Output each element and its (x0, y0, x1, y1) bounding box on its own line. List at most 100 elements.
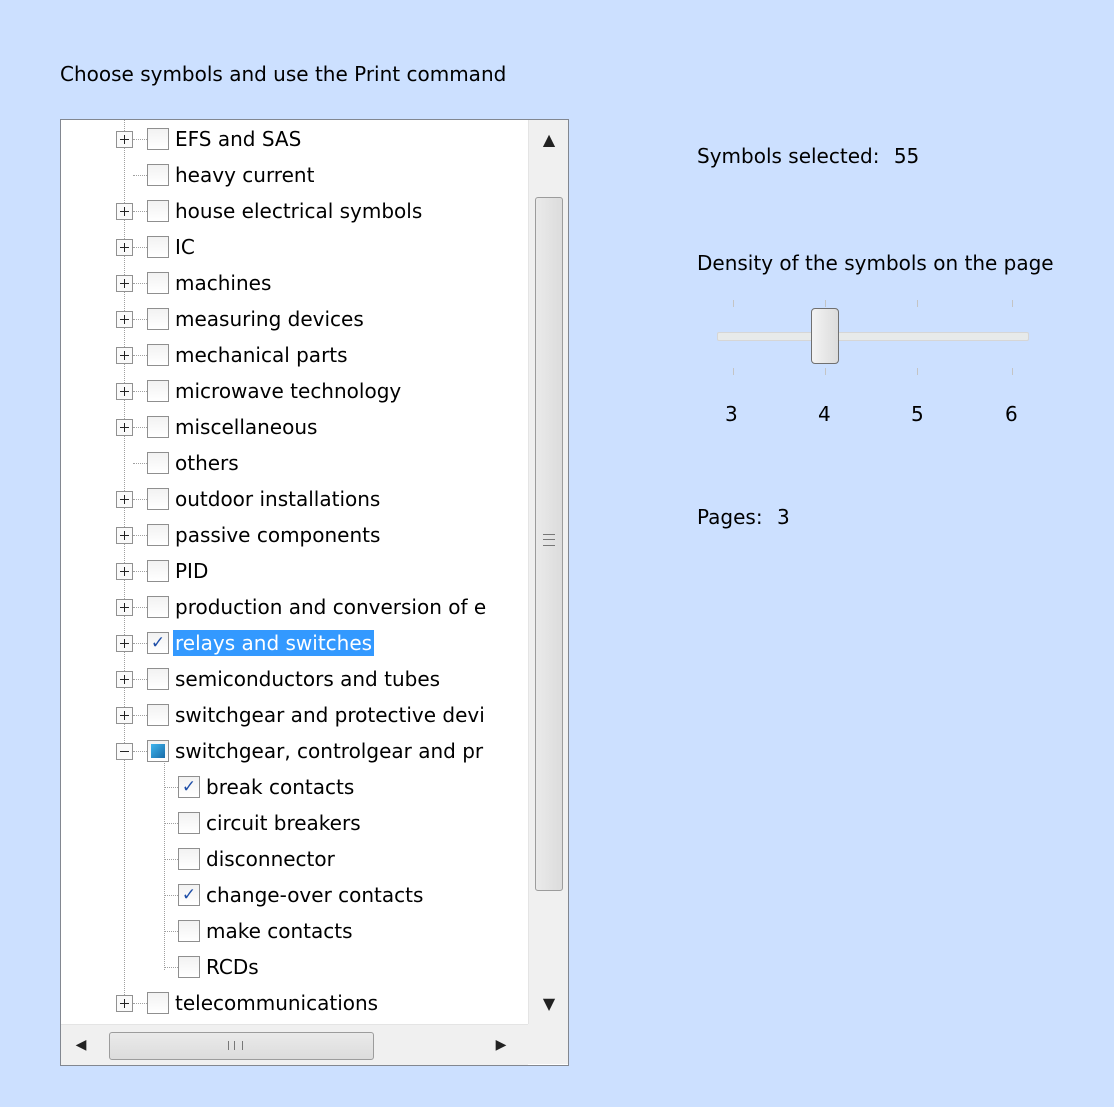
tree-item[interactable]: ✓ change-over contacts (164, 880, 425, 910)
expand-plus-icon[interactable] (116, 598, 133, 616)
expand-plus-icon[interactable] (116, 670, 133, 688)
tree-item[interactable]: circuit breakers (164, 808, 363, 838)
tree-item[interactable]: switchgear, controlgear and pr (116, 736, 485, 766)
tree-item-label[interactable]: change-over contacts (204, 882, 425, 908)
tree-item[interactable]: machines (116, 268, 273, 298)
tree-item-label[interactable]: passive components (173, 522, 382, 548)
scroll-right-arrow-icon[interactable]: ▶ (481, 1025, 521, 1065)
expand-plus-icon[interactable] (116, 634, 133, 652)
tree-item-checkbox[interactable] (147, 452, 169, 474)
tree-item-label[interactable]: switchgear, controlgear and pr (173, 738, 485, 764)
tree-item-label[interactable]: measuring devices (173, 306, 366, 332)
scroll-down-arrow-icon[interactable]: ▼ (529, 984, 568, 1024)
tree-item[interactable]: ✓ relays and switches (116, 628, 375, 658)
tree-item[interactable]: IC (116, 232, 197, 262)
vertical-scroll-thumb[interactable] (535, 197, 563, 891)
tree-item-label[interactable]: miscellaneous (173, 414, 319, 440)
tree-item-checkbox[interactable] (147, 560, 169, 582)
expand-plus-icon[interactable] (116, 382, 133, 400)
tree-item-label[interactable]: outdoor installations (173, 486, 382, 512)
tree-item-label[interactable]: mechanical parts (173, 342, 350, 368)
symbol-tree[interactable]: EFS and SAS heavy current house electrical… (60, 119, 569, 1066)
expand-plus-icon[interactable] (116, 274, 133, 292)
tree-item-label[interactable]: disconnector (204, 846, 337, 872)
vertical-scrollbar[interactable]: ▲ ▼ (528, 120, 568, 1024)
tree-item-checkbox[interactable] (147, 668, 169, 690)
tree-item-checkbox[interactable] (147, 380, 169, 402)
expand-plus-icon[interactable] (116, 238, 133, 256)
tree-item[interactable]: switchgear and protective devi (116, 700, 487, 730)
tree-item[interactable]: EFS and SAS (116, 124, 303, 154)
tree-item-checkbox[interactable] (147, 740, 169, 762)
tree-item[interactable]: house electrical symbols (116, 196, 424, 226)
tree-item-checkbox[interactable] (147, 488, 169, 510)
tree-item-checkbox[interactable] (147, 272, 169, 294)
tree-item[interactable]: miscellaneous (116, 412, 319, 442)
tree-item-checkbox[interactable] (178, 956, 200, 978)
expand-plus-icon[interactable] (116, 310, 133, 328)
tree-item-checkbox[interactable] (178, 920, 200, 942)
tree-item-label[interactable]: switchgear and protective devi (173, 702, 487, 728)
tree-item[interactable]: semiconductors and tubes (116, 664, 442, 694)
tree-item[interactable]: RCDs (164, 952, 261, 982)
tree-item[interactable]: heavy current (116, 160, 316, 190)
tree-item[interactable]: outdoor installations (116, 484, 382, 514)
tree-item[interactable]: mechanical parts (116, 340, 350, 370)
horizontal-scrollbar[interactable]: ◀ ▶ (61, 1024, 528, 1065)
expand-plus-icon[interactable] (116, 418, 133, 436)
tree-item-label[interactable]: semiconductors and tubes (173, 666, 442, 692)
tree-item-label[interactable]: house electrical symbols (173, 198, 424, 224)
expand-plus-icon[interactable] (116, 562, 133, 580)
tree-item-label[interactable]: IC (173, 234, 197, 260)
tree-item-checkbox[interactable] (147, 308, 169, 330)
tree-item-checkbox[interactable]: ✓ (178, 884, 200, 906)
tree-item-label[interactable]: EFS and SAS (173, 126, 303, 152)
tree-item[interactable]: others (116, 448, 241, 478)
tree-item[interactable]: disconnector (164, 844, 337, 874)
tree-item-checkbox[interactable] (147, 344, 169, 366)
tree-item-label[interactable]: break contacts (204, 774, 356, 800)
tree-item-label[interactable]: microwave technology (173, 378, 403, 404)
tree-item-label[interactable]: relays and switches (173, 630, 375, 656)
tree-item-label[interactable]: telecommunications (173, 990, 380, 1016)
tree-item-checkbox[interactable] (147, 164, 169, 186)
tree-item-checkbox[interactable] (147, 992, 169, 1014)
horizontal-scroll-thumb[interactable] (109, 1032, 374, 1060)
tree-item-checkbox[interactable] (147, 128, 169, 150)
tree-item[interactable]: microwave technology (116, 376, 403, 406)
tree-item-label[interactable]: circuit breakers (204, 810, 363, 836)
expand-plus-icon[interactable] (116, 490, 133, 508)
tree-item-label[interactable]: machines (173, 270, 273, 296)
expand-plus-icon[interactable] (116, 706, 133, 724)
expand-plus-icon[interactable] (116, 130, 133, 148)
tree-item-label[interactable]: heavy current (173, 162, 316, 188)
expand-plus-icon[interactable] (116, 526, 133, 544)
tree-item-checkbox[interactable]: ✓ (147, 632, 169, 654)
tree-item[interactable]: telecommunications (116, 988, 380, 1018)
tree-item-checkbox[interactable] (178, 812, 200, 834)
tree-item-label[interactable]: RCDs (204, 954, 261, 980)
tree-item-checkbox[interactable]: ✓ (178, 776, 200, 798)
tree-item[interactable]: production and conversion of e (116, 592, 488, 622)
tree-item-checkbox[interactable] (147, 236, 169, 258)
expand-plus-icon[interactable] (116, 994, 133, 1012)
tree-item[interactable]: PID (116, 556, 210, 586)
expand-plus-icon[interactable] (116, 346, 133, 364)
slider-thumb[interactable] (811, 308, 839, 364)
expand-plus-icon[interactable] (116, 202, 133, 220)
tree-item-label[interactable]: others (173, 450, 241, 476)
slider-track[interactable] (717, 332, 1029, 341)
tree-item-label[interactable]: production and conversion of e (173, 594, 488, 620)
scroll-left-arrow-icon[interactable]: ◀ (61, 1025, 101, 1065)
collapse-minus-icon[interactable] (116, 742, 133, 760)
tree-view[interactable]: EFS and SAS heavy current house electrical… (61, 120, 528, 1024)
tree-item[interactable]: make contacts (164, 916, 355, 946)
scroll-up-arrow-icon[interactable]: ▲ (529, 120, 568, 160)
tree-item-label[interactable]: make contacts (204, 918, 355, 944)
tree-item[interactable]: ✓ break contacts (164, 772, 356, 802)
tree-item-checkbox[interactable] (178, 848, 200, 870)
tree-item-checkbox[interactable] (147, 416, 169, 438)
tree-item-checkbox[interactable] (147, 524, 169, 546)
density-slider[interactable] (717, 290, 1029, 380)
tree-item-label[interactable]: PID (173, 558, 210, 584)
